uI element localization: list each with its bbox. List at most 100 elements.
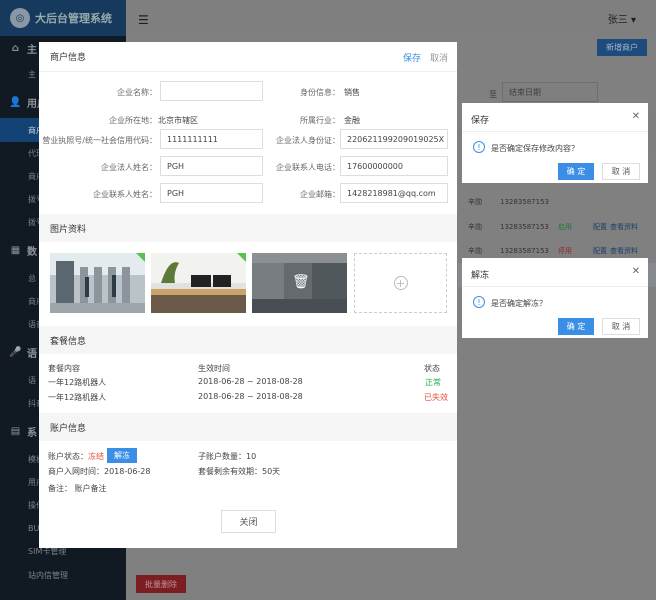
package-time: 2018-06-28 ~ 2018-08-28 [198,392,303,401]
cancel-button[interactable]: 取 消 [602,318,640,335]
legal-phone-input[interactable]: 17600000000 [340,156,448,176]
office-photo-2 [151,253,246,313]
package-col-time: 生效时间 [198,364,230,373]
batch-delete-button[interactable]: 批量删除 [136,575,186,593]
images-section-header: 图片资料 [39,214,457,242]
account-section-header: 账户信息 [39,413,457,441]
sidebar-item-label: 主 [28,69,36,79]
sidebar-section-icon: ▦ [10,244,21,256]
menu-toggle-icon[interactable]: ☰ [138,13,149,27]
legal-name-input[interactable]: PGH [160,156,263,176]
cancel-link[interactable]: 取消 [430,51,448,64]
sidebar-item-label: 语 [27,348,37,360]
package-time: 2018-06-28 ~ 2018-08-28 [198,377,303,386]
confirm-button[interactable]: 确 定 [558,163,594,180]
divider [462,286,648,287]
divider [462,131,648,132]
sidebar-section-icon: ▤ [10,425,21,437]
dialog-title: 保存 [471,116,490,126]
legal-id-label: 企业法人身份证： [276,136,340,145]
office-photo-1 [50,253,145,313]
dialog-title: 解冻 [471,271,490,281]
sidebar-section-icon: ⌂ [11,42,20,54]
image-thumbnail[interactable] [151,253,246,313]
save-confirm-dialog: 保存 ✕ ! 是否确定保存修改内容？ 确 定 取 消 [462,103,648,183]
contact-name-label: 企业联系人姓名： [93,190,157,199]
table-cell-c5[interactable]: 查看资料 [610,246,638,256]
unfreeze-button[interactable]: 解冻 [107,448,137,463]
info-icon: ! [473,296,485,308]
dialog-message: 是否确定保存修改内容？ [491,144,579,153]
cancel-button[interactable]: 取 消 [602,163,640,180]
trash-icon[interactable]: 🗑 [292,274,310,290]
modal-title: 商户信息 [50,53,87,63]
sidebar-section-icon: 🎤 [9,346,22,358]
plus-icon: + [393,276,408,290]
sidebar-item-label: 主 [27,44,37,56]
table-cell-c3: 启用 [558,223,572,231]
table-row: 辛勋 13283587153 [458,190,656,214]
info-icon: ! [473,141,485,153]
close-icon[interactable]: ✕ [632,111,640,122]
account-remark: 备注： 账户备注 [48,484,107,493]
table-cell-c4[interactable]: 配置 [593,246,607,256]
industry-label: 所属行业： [300,116,340,125]
close-modal-button[interactable]: 关闭 [221,510,276,533]
contact-name-input[interactable]: PGH [160,183,263,203]
table-cell-c1: 辛勋 [468,223,482,231]
package-status: 正常 [425,378,441,387]
package-remaining: 套餐剩余有效期：50天 [198,467,281,476]
sidebar-item-label: 系 [27,427,37,439]
confirm-button[interactable]: 确 定 [558,318,594,335]
add-image-button[interactable]: + [354,253,447,313]
legal-id-input[interactable]: 220621199209019025X [340,129,448,149]
package-content: 一年12路机器人 [48,378,107,387]
identity-label: 身份信息： [300,88,340,97]
table-cell-c2: 13283587153 [500,247,549,255]
package-col-content: 套餐内容 [48,364,80,373]
package-section-header: 套餐信息 [39,326,457,354]
form-row: 企业所在地： 北京市辖区 所属行业： 金融 [39,109,457,131]
location-value: 北京市辖区 [158,116,198,125]
license-input[interactable]: 1111111111 [160,129,263,149]
app-logo: ◎ 大后台管理系统 [0,0,126,36]
form-row: 营业执照号/统一社会信用代码： 1111111111 企业法人身份证： 2206… [39,129,457,151]
table-cell-c3: 停用 [558,247,572,255]
sidebar-item-label: 总 [28,273,36,283]
new-merchant-button[interactable]: 新增商户 [597,39,647,56]
sub-account-count: 子账户数量：10 [198,452,257,461]
identity-value: 销售 [344,88,360,97]
page-background: ◎ 大后台管理系统 ⌂ 主主 👤 用户 商户 代理 商户 拨号 拨号 ▦ 数总商户 语音 🎤 语语抖音 ▤ 系… [0,0,656,600]
company-name-input[interactable] [160,81,263,101]
package-col-status: 状态 [424,364,440,373]
join-time: 商户入网时间：2018-06-28 [48,467,151,476]
dialog-message: 是否确定解冻？ [491,299,547,308]
sidebar-item-label: 站内信管理 [28,570,68,580]
end-date-input[interactable]: 结束日期 [502,82,598,102]
sidebar-item-label: 语 [28,375,36,385]
sidebar-item[interactable]: 站内信管理 [0,563,126,587]
legal-phone-label: 企业联系人电话： [276,163,340,172]
logo-icon: ◎ [10,8,30,28]
package-status: 已失效 [424,393,448,402]
table-cell-c4[interactable]: 配置 [593,222,607,232]
user-menu[interactable]: 张三 ▾ [608,11,636,26]
close-icon[interactable]: ✕ [632,266,640,277]
image-thumbnail[interactable]: 🗑 [252,253,347,313]
modal-header: 商户信息 保存 取消 [39,42,457,72]
table-cell-c2: 13283587153 [500,198,549,206]
save-link[interactable]: 保存 [403,51,421,64]
image-thumbnail[interactable] [50,253,145,313]
email-input[interactable]: 1428218981@qq.com [340,183,448,203]
company-name-label: 企业名称： [117,88,157,97]
email-label: 企业邮箱： [300,190,340,199]
sidebar-item-label: BU [28,523,40,533]
table-cell-c5[interactable]: 查看资料 [610,222,638,232]
check-corner-icon [136,253,145,262]
legal-name-label: 企业法人姓名： [101,163,157,172]
app-title: 大后台管理系统 [35,12,112,25]
industry-value: 金融 [344,116,360,125]
merchant-info-modal: 商户信息 保存 取消 企业名称： 身份信息： 销售 企业所在地： 北京市辖区 所… [39,42,457,548]
table-cell-c1: 辛勋 [468,198,482,206]
table-cell-c1: 辛勋 [468,247,482,255]
